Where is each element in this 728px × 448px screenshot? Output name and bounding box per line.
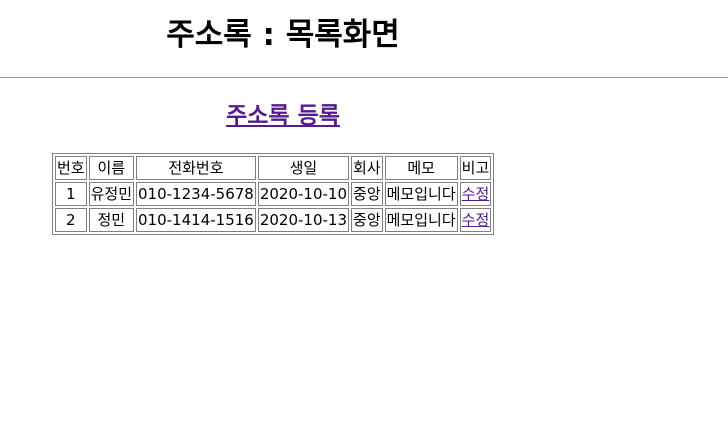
cell-memo: 메모입니다 (384, 208, 458, 232)
header-divider (0, 77, 728, 78)
register-link-container: 주소록 등록 (0, 99, 566, 133)
cell-company: 중앙 (351, 182, 383, 206)
register-link[interactable]: 주소록 등록 (226, 103, 340, 129)
table-row: 1 유정민 010-1234-5678 2020-10-10 중앙 메모입니다 … (55, 182, 492, 206)
cell-birthday: 2020-10-10 (257, 182, 350, 206)
cell-company: 중앙 (351, 208, 383, 232)
column-header-company: 회사 (351, 156, 383, 180)
cell-phone: 010-1234-5678 (136, 182, 256, 206)
cell-action: 수정 (459, 182, 492, 206)
table-header-row: 번호 이름 전화번호 생일 회사 메모 비고 (55, 156, 492, 180)
edit-link[interactable]: 수정 (462, 185, 490, 203)
page-title: 주소록 : 목록화면 (166, 17, 400, 53)
column-header-note: 비고 (459, 156, 492, 180)
cell-no: 1 (55, 182, 87, 206)
column-header-birthday: 생일 (257, 156, 350, 180)
column-header-memo: 메모 (384, 156, 458, 180)
edit-link[interactable]: 수정 (462, 211, 490, 229)
cell-action: 수정 (459, 208, 492, 232)
cell-phone: 010-1414-1516 (136, 208, 256, 232)
column-header-name: 이름 (88, 156, 135, 180)
cell-birthday: 2020-10-13 (257, 208, 350, 232)
page: 주소록 : 목록화면 주소록 등록 번호 이름 전화번호 생일 회사 메모 비고… (0, 0, 728, 448)
address-table: 번호 이름 전화번호 생일 회사 메모 비고 1 유정민 010-1234-56… (52, 153, 495, 235)
cell-name: 유정민 (88, 182, 135, 206)
table-row: 2 정민 010-1414-1516 2020-10-13 중앙 메모입니다 수… (55, 208, 492, 232)
column-header-no: 번호 (55, 156, 87, 180)
column-header-phone: 전화번호 (136, 156, 256, 180)
cell-no: 2 (55, 208, 87, 232)
cell-memo: 메모입니다 (384, 182, 458, 206)
cell-name: 정민 (88, 208, 135, 232)
